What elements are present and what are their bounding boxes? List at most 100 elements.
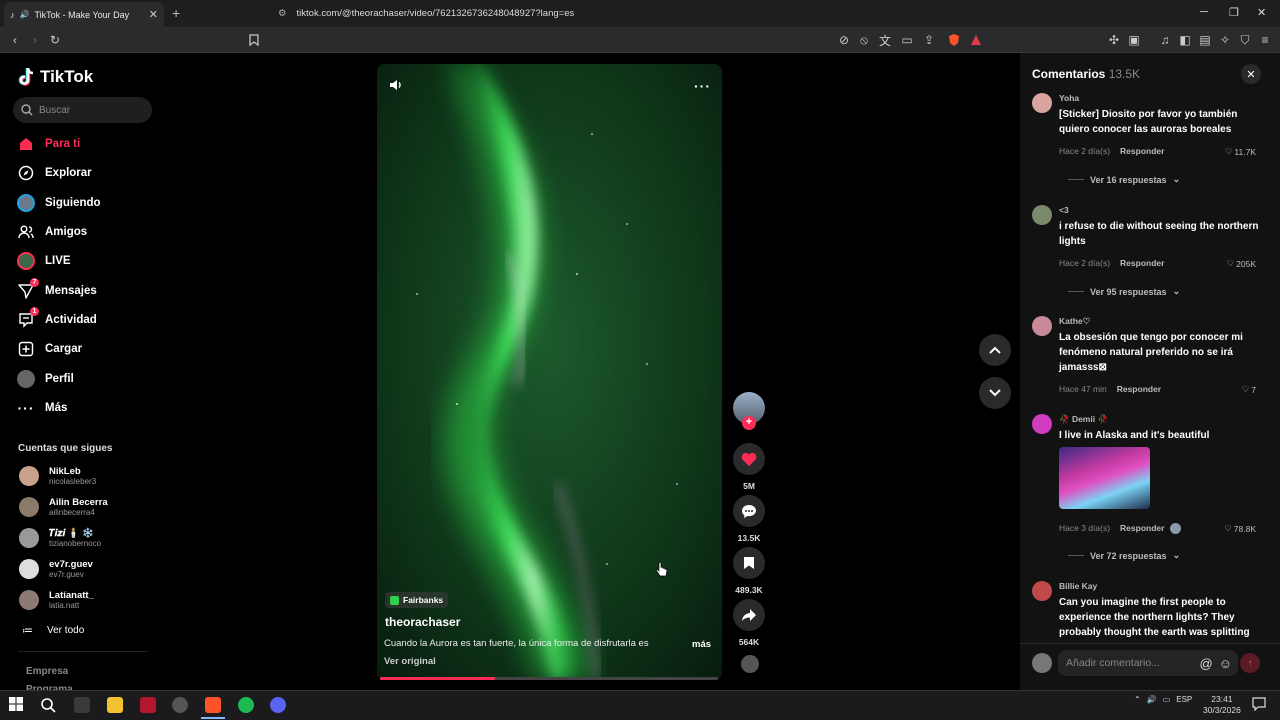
comment-input[interactable]: Añadir comentario... @ ☺ [1058,650,1238,676]
bookmark-icon[interactable] [246,32,262,48]
sidebar-toggle-icon[interactable]: ◧ [1177,32,1193,48]
avatar[interactable] [1032,414,1052,434]
cast-icon[interactable]: ▭ [899,32,915,48]
brave-shield-icon[interactable] [946,32,962,48]
save-button[interactable]: 489.3K [733,547,765,595]
author-avatar-button[interactable]: + [733,392,765,430]
new-tab-button[interactable]: + [172,5,180,21]
see-all-button[interactable]: ≔ Ver todo [22,624,84,637]
followed-account[interactable]: ev7r.guev ev7r.guev [19,559,93,579]
followed-account[interactable]: NikLeb nicolasleber3 [19,466,96,486]
reply-button[interactable]: Responder [1117,384,1161,395]
language-indicator[interactable]: ESP [1176,695,1192,704]
post-comment-button[interactable]: ↑ [1240,653,1260,673]
share-button[interactable]: 564K [733,599,765,647]
nav-mas[interactable]: ··· Más [17,398,68,418]
reply-button[interactable]: Responder [1120,146,1164,157]
search-input[interactable]: Buscar [13,97,152,123]
comment-button[interactable]: 13.5K [733,495,765,543]
tray-chevron-icon[interactable]: ⌃ [1134,695,1141,704]
nav-siguiendo[interactable]: Siguiendo [17,193,101,213]
windows-start-icon[interactable] [9,697,25,713]
view-replies-button[interactable]: Ver 95 respuestas ⌄ [1068,286,1180,297]
browser-tab[interactable]: ♪ 🔊 TikTok - Make Your Day ✕ [4,2,164,27]
music-icon[interactable]: ♫ [1157,32,1173,48]
comment-user[interactable]: Billie Kay [1059,581,1097,591]
followed-account[interactable]: Latíanatt_ latia.natt [19,590,94,610]
video-player[interactable]: ··· [377,64,722,680]
footer-link-empresa[interactable]: Empresa [26,666,68,677]
tiktok-logo[interactable]: TikTok [18,67,93,87]
minimize-icon[interactable]: ─ [1200,6,1208,18]
leo-ai-icon[interactable]: ✧ [1217,32,1233,48]
app-icon[interactable] [140,697,156,713]
comment-like-button[interactable]: ♡ 7 [1242,384,1256,395]
reply-button[interactable]: Responder [1120,258,1164,269]
forward-icon[interactable]: › [27,32,43,48]
location-tag[interactable]: Fairbanks [385,592,449,608]
comment-like-button[interactable]: ♡ 78.8K [1224,523,1256,534]
follow-plus-icon[interactable]: + [742,416,756,430]
window-close-icon[interactable]: ✕ [1257,6,1266,19]
nav-explorar[interactable]: Explorar [17,163,92,183]
close-comments-button[interactable]: ✕ [1241,64,1261,84]
emoji-icon[interactable]: ☺ [1219,656,1232,671]
comment-user[interactable]: Yoha [1059,93,1079,103]
notifications-icon[interactable] [1252,697,1266,711]
volume-icon[interactable] [389,78,403,92]
brave-browser-icon[interactable] [205,697,221,713]
avatar[interactable] [1032,581,1052,601]
app-icon[interactable] [172,697,188,713]
view-replies-button[interactable]: Ver 16 respuestas ⌄ [1068,174,1180,185]
volume-tray-icon[interactable]: 🔊 [1147,695,1157,704]
next-video-button[interactable] [979,377,1011,409]
music-disc-icon[interactable] [741,655,759,673]
avatar[interactable] [1032,205,1052,225]
extensions-icon[interactable]: ✣ [1106,32,1122,48]
comment-like-button[interactable]: ♡ 205K [1227,258,1256,269]
comment-user[interactable]: <3 [1059,205,1069,215]
mention-icon[interactable]: @ [1200,656,1213,671]
previous-video-button[interactable] [979,334,1011,366]
nav-mensajes[interactable]: 7 Mensajes [17,278,97,301]
site-settings-icon[interactable]: ⚙ [278,8,287,19]
nav-cargar[interactable]: Cargar [17,339,82,359]
tab-close-icon[interactable]: ✕ [149,8,158,21]
see-original-link[interactable]: Ver original [384,656,436,667]
video-more-options-icon[interactable]: ··· [694,78,711,94]
translate-icon[interactable]: 文 [877,32,893,48]
media-icon[interactable]: ⊘ [836,32,852,48]
restore-icon[interactable]: ❐ [1229,6,1239,19]
nav-amigos[interactable]: Amigos [17,222,87,242]
nav-live[interactable]: LIVE [17,251,71,271]
screenshot-icon[interactable]: ▣ [1126,32,1142,48]
nav-actividad[interactable]: 1 Actividad [17,307,97,330]
network-icon[interactable]: ▭ [1163,695,1171,704]
caption-more-link[interactable]: más [692,639,711,650]
back-icon[interactable]: ‹ [7,32,23,48]
taskbar-search-icon[interactable] [40,697,56,713]
vpn-shield-icon[interactable]: ⛉ [1237,32,1253,48]
discord-icon[interactable] [270,697,286,713]
video-progress-bar[interactable] [380,677,718,680]
followed-account[interactable]: Ailin Becerra ailinbecerra4 [19,497,108,517]
reply-button[interactable]: Responder [1120,523,1164,534]
like-button[interactable]: 5M [733,443,765,491]
reload-icon[interactable]: ↻ [47,32,63,48]
clock[interactable]: 23:41 30/3/2026 [1203,694,1241,716]
avatar[interactable] [1032,93,1052,113]
wallet-icon[interactable]: ▤ [1197,32,1213,48]
comment-user[interactable]: Kathe♡ [1059,316,1090,327]
menu-icon[interactable]: ≡ [1257,32,1273,48]
url-bar[interactable]: ⚙ tiktok.com/@theorachaser/video/7621326… [270,3,990,23]
avatar[interactable] [1032,316,1052,336]
file-explorer-icon[interactable] [107,697,123,713]
video-author[interactable]: theorachaser [385,615,460,629]
nav-perfil[interactable]: Perfil [17,369,74,389]
view-replies-button[interactable]: Ver 72 respuestas ⌄ [1068,550,1180,561]
nav-para-ti[interactable]: Para ti [17,134,80,154]
share-page-icon[interactable]: ⇪ [921,32,937,48]
app-icon[interactable] [74,697,90,713]
followed-account[interactable]: 𝑻𝒊𝒛𝒊 🕯️ ❄️ tizianobernoco [19,528,101,548]
comment-user[interactable]: 🥀 Demii 🥀 [1059,414,1108,425]
